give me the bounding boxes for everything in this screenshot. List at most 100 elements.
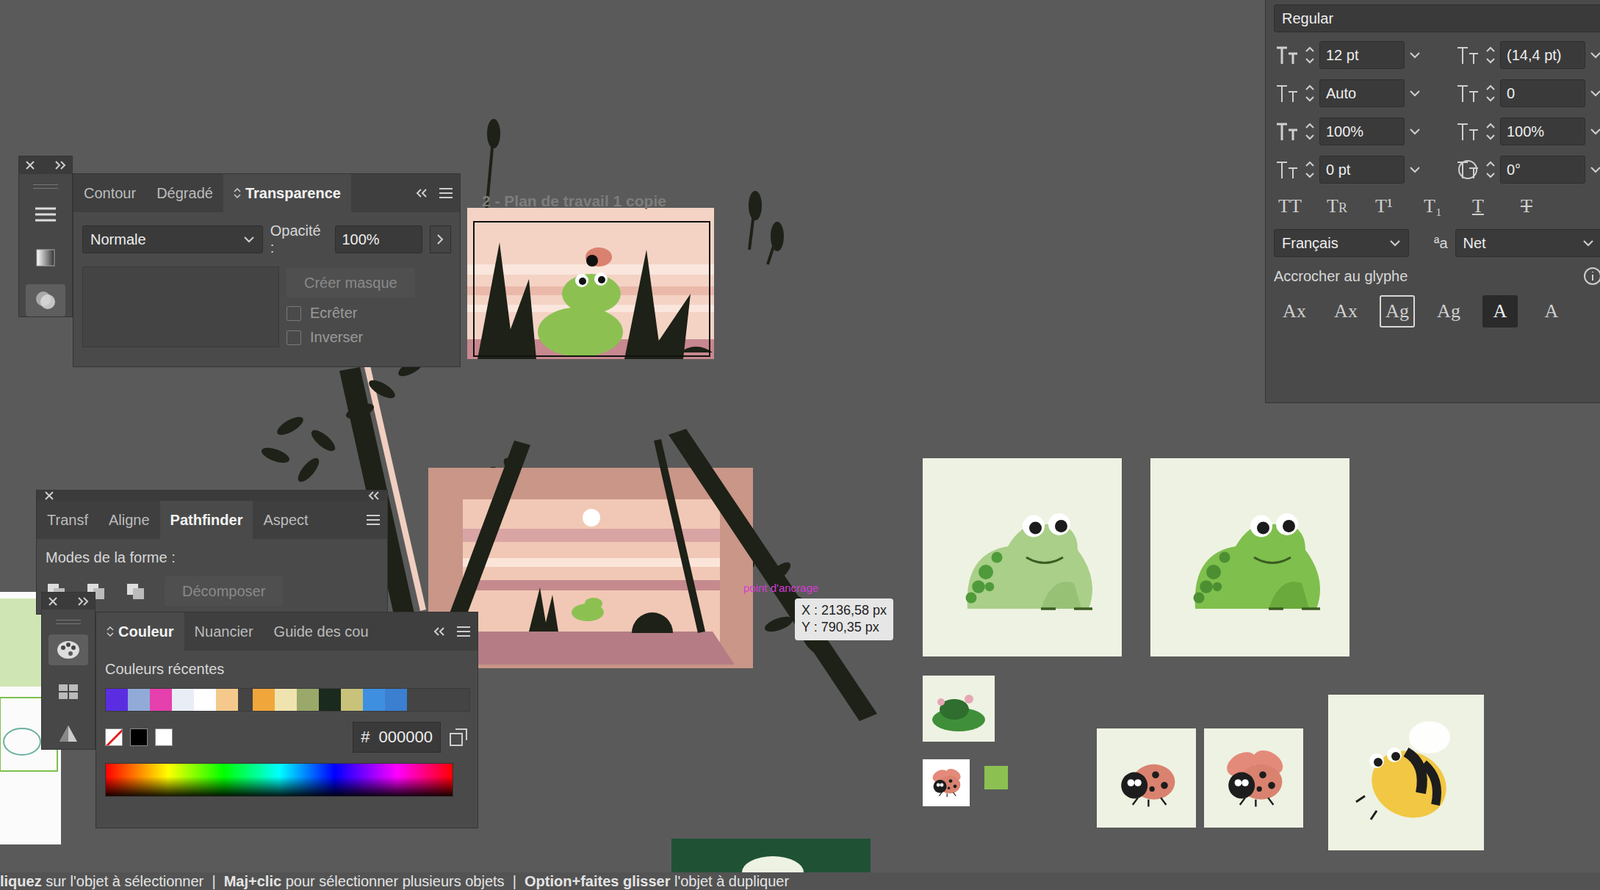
none-swatch[interactable]: [105, 728, 123, 747]
character-field-value[interactable]: 12 pt: [1319, 41, 1405, 70]
stepper-icon[interactable]: [1304, 44, 1315, 67]
dark-green-artwork[interactable]: [671, 838, 871, 873]
menu-icon[interactable]: [365, 513, 382, 527]
character-field[interactable]: 0: [1454, 79, 1600, 108]
frog-card[interactable]: [1150, 458, 1350, 657]
gradient-panel-button[interactable]: [25, 241, 66, 275]
panel-tab[interactable]: Contour: [73, 174, 147, 213]
color-swatch[interactable]: [274, 689, 297, 712]
color-swatch[interactable]: [340, 689, 363, 712]
option-checkbox-row[interactable]: Inverser: [286, 329, 416, 347]
ladybug-small-card[interactable]: [922, 759, 970, 807]
color-swatch[interactable]: [171, 689, 194, 712]
chevron-down-icon[interactable]: [1589, 51, 1600, 59]
chevron-down-icon[interactable]: [1408, 89, 1421, 97]
close-icon[interactable]: [47, 596, 59, 607]
snap-button[interactable]: Ax: [1276, 295, 1313, 328]
chevron-down-icon[interactable]: [1582, 239, 1595, 247]
transparency-panel-button[interactable]: [25, 284, 66, 317]
ladybug-card[interactable]: [1096, 728, 1196, 828]
menu-icon[interactable]: [455, 625, 472, 639]
chevron-down-icon[interactable]: [1599, 14, 1600, 23]
character-field[interactable]: (14,4 pt): [1454, 41, 1600, 70]
character-field[interactable]: 0°: [1454, 155, 1600, 184]
checkbox[interactable]: [286, 306, 302, 322]
shape-mode-icon[interactable]: [124, 581, 147, 601]
panel-tab[interactable]: Transparence: [223, 174, 352, 213]
white-swatch[interactable]: [155, 728, 173, 747]
snap-button[interactable]: A: [1533, 295, 1570, 328]
color-swatch[interactable]: [362, 689, 385, 712]
antialias-dropdown[interactable]: Net: [1455, 229, 1600, 258]
stepper-icon[interactable]: [1485, 82, 1496, 105]
stepper-icon[interactable]: [1485, 44, 1496, 67]
panel-tab[interactable]: Couleur: [96, 612, 185, 651]
text-style-button[interactable]: TT: [1278, 195, 1305, 218]
color-swatch[interactable]: [252, 689, 275, 712]
blend-mode-dropdown[interactable]: Normale: [82, 225, 263, 254]
character-field-value[interactable]: 0°: [1500, 155, 1586, 184]
panel-tab[interactable]: Aspect: [252, 501, 319, 540]
character-field[interactable]: 100%: [1454, 117, 1600, 146]
character-field-value[interactable]: 0 pt: [1319, 155, 1405, 184]
color-swatch[interactable]: [105, 689, 128, 712]
grip[interactable]: [55, 620, 81, 625]
transparency-panel-group[interactable]: ContourDégradéTransparenceNormaleOpacité…: [18, 155, 461, 368]
swatches-panel-button[interactable]: [48, 675, 89, 708]
chevron-down-icon[interactable]: [1408, 127, 1421, 136]
chevron-right-icon[interactable]: [436, 233, 444, 246]
opacity-slider-button[interactable]: [429, 225, 452, 254]
character-field-value[interactable]: Auto: [1319, 79, 1405, 108]
panel-header[interactable]: [36, 490, 388, 502]
panel-tab[interactable]: Dégradé: [146, 174, 224, 213]
snap-button[interactable]: Ag: [1379, 295, 1415, 328]
text-style-button[interactable]: T¹: [1375, 195, 1402, 218]
character-field-value[interactable]: 0: [1500, 79, 1586, 108]
artboard-1[interactable]: [467, 207, 715, 360]
character-field-value[interactable]: (14,4 pt): [1500, 41, 1586, 70]
strip-header[interactable]: [41, 592, 95, 610]
reorder-icon[interactable]: [106, 625, 114, 638]
expand-icon[interactable]: [77, 596, 89, 607]
checkbox[interactable]: [286, 330, 302, 346]
bee-card[interactable]: [1328, 694, 1484, 851]
artboard-2[interactable]: [428, 429, 878, 722]
font-style-dropdown[interactable]: Regular: [1273, 4, 1600, 33]
expand-icon[interactable]: [54, 160, 67, 171]
character-field-value[interactable]: 100%: [1500, 117, 1586, 146]
green-square[interactable]: [984, 766, 1008, 790]
chevron-down-icon[interactable]: [1589, 89, 1600, 97]
option-checkbox-row[interactable]: Ecrêter: [286, 304, 416, 322]
collapse-icon[interactable]: [368, 490, 380, 502]
color-swatch[interactable]: [296, 689, 319, 712]
make-mask-button[interactable]: Créer masque: [286, 268, 416, 298]
color-swatch[interactable]: [215, 689, 239, 712]
reorder-icon[interactable]: [233, 187, 241, 200]
color-panel-group[interactable]: CouleurNuancierGuide des couCouleurs réc…: [41, 592, 479, 829]
close-icon[interactable]: [44, 490, 55, 502]
hex-field[interactable]: #000000: [352, 722, 441, 753]
copy-color-icon[interactable]: [448, 727, 469, 748]
chevron-down-icon[interactable]: [1389, 239, 1401, 247]
ladybug-flying-card[interactable]: [1204, 728, 1304, 828]
text-style-button[interactable]: Tr: [1326, 195, 1354, 218]
collapse-icon[interactable]: [415, 188, 428, 199]
panel-tab[interactable]: Guide des cou: [263, 612, 380, 651]
chevron-down-icon[interactable]: [243, 235, 255, 244]
stepper-icon[interactable]: [1304, 158, 1315, 181]
panel-tab[interactable]: Aligne: [98, 501, 161, 540]
artboard-label[interactable]: 2 - Plan de travail 1 copie: [481, 192, 667, 211]
opacity-field[interactable]: 100%: [334, 225, 422, 254]
panel-tab[interactable]: Transf: [36, 501, 99, 540]
snap-button[interactable]: Ax: [1328, 295, 1364, 328]
color-swatch[interactable]: [193, 689, 216, 712]
text-style-button[interactable]: T: [1520, 195, 1548, 218]
character-field-value[interactable]: 100%: [1319, 117, 1405, 146]
character-field[interactable]: 0 pt: [1273, 155, 1445, 184]
character-field[interactable]: 100%: [1273, 117, 1445, 146]
bush-card[interactable]: [922, 675, 995, 742]
black-swatch[interactable]: [130, 728, 148, 747]
color-swatch[interactable]: [384, 689, 407, 712]
color-panel-button[interactable]: [48, 634, 89, 667]
snap-button[interactable]: A: [1482, 295, 1518, 328]
